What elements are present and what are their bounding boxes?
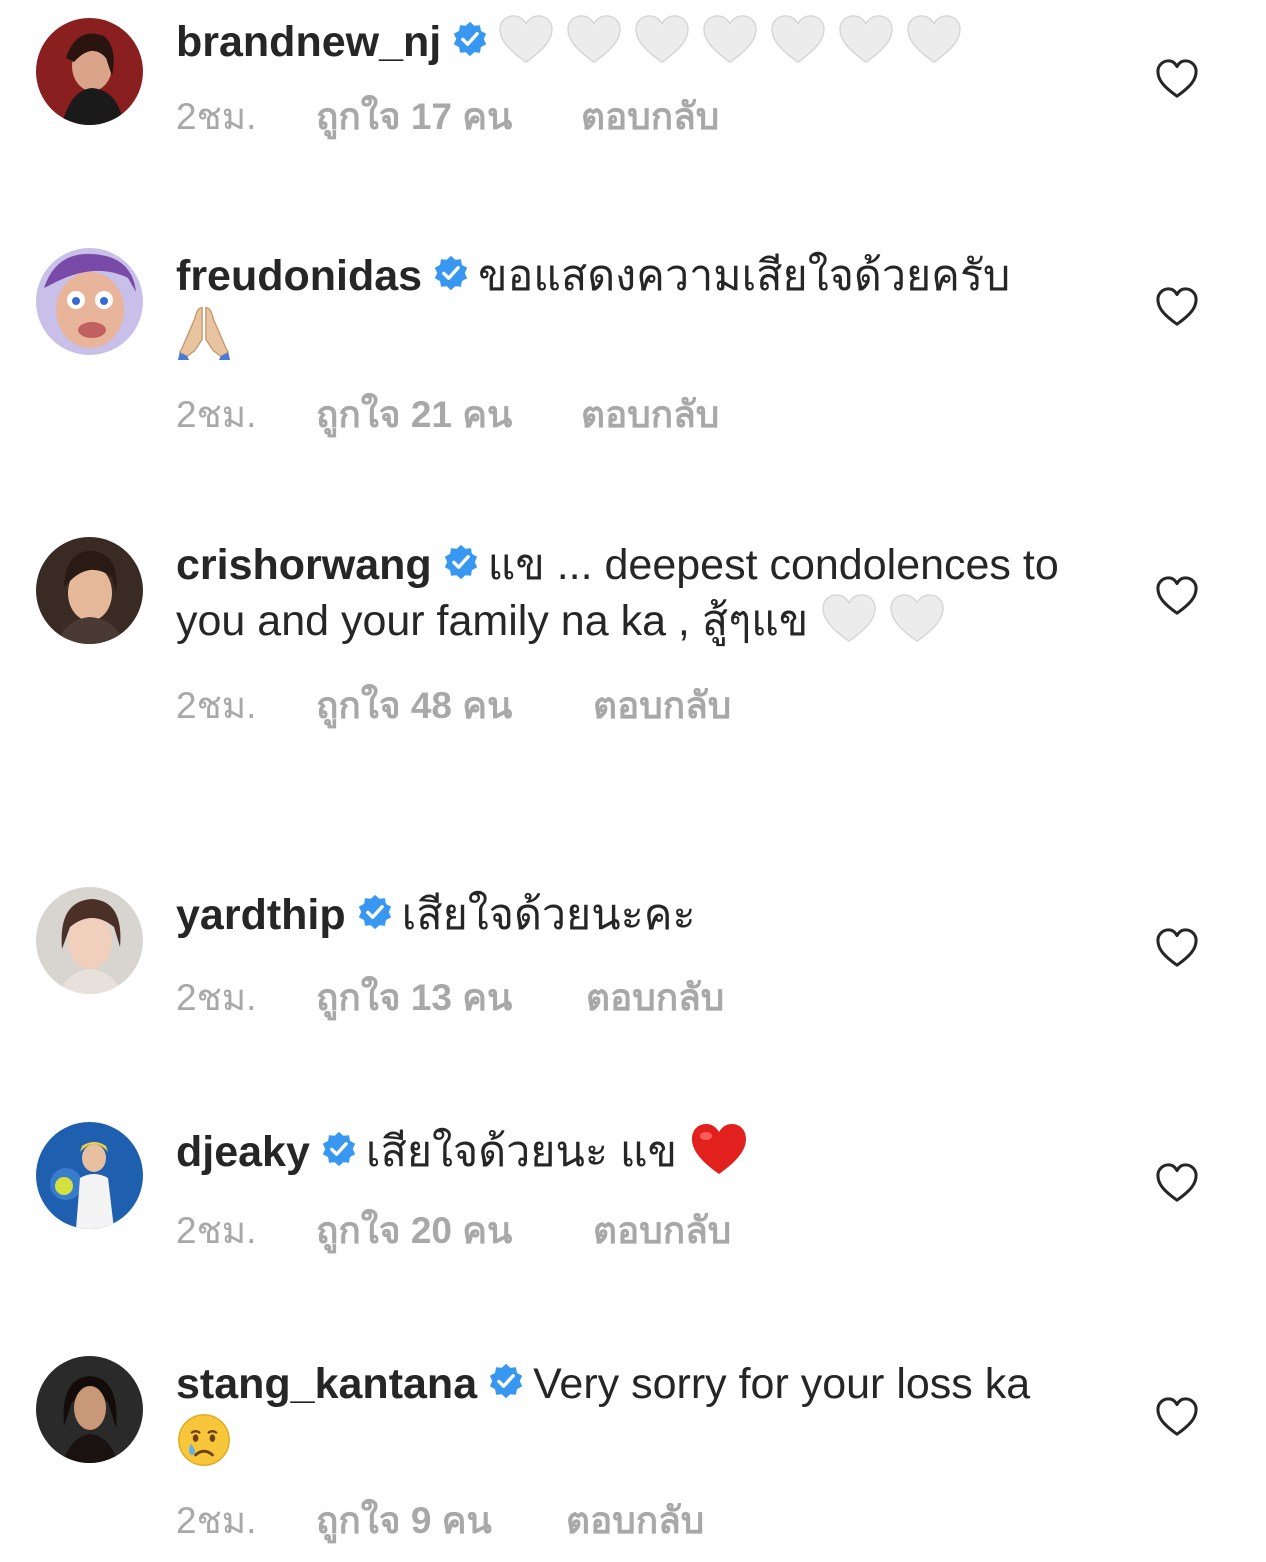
avatar[interactable]: [36, 1356, 143, 1463]
likes-count[interactable]: ถูกใจ 20 คน: [316, 1208, 593, 1254]
folded-hands-emoji: [176, 304, 232, 360]
comment-meta: 2ชม. ถูกใจ 13 คน ตอบกลับ: [176, 975, 1086, 1021]
comment-time: 2ชม.: [176, 977, 257, 1018]
white-heart-emoji: [633, 14, 691, 66]
comment-time: 2ชม.: [176, 96, 257, 137]
comment-time: 2ชม.: [176, 1500, 257, 1541]
comment-text: brandnew_nj: [176, 14, 1086, 70]
heart-outline-icon[interactable]: [1154, 1162, 1200, 1204]
reply-button[interactable]: ตอบกลับ: [586, 975, 724, 1021]
reply-button[interactable]: ตอบกลับ: [593, 1208, 731, 1254]
comment-meta: 2ชม. ถูกใจ 21 คน ตอบกลับ: [176, 392, 1086, 438]
likes-count[interactable]: ถูกใจ 9 คน: [316, 1498, 566, 1544]
white-heart-emoji: [837, 14, 895, 66]
verified-badge-icon: [320, 1130, 358, 1168]
reply-button[interactable]: ตอบกลับ: [593, 683, 731, 729]
avatar[interactable]: [36, 887, 143, 994]
white-heart-emoji: [769, 14, 827, 66]
avatar[interactable]: [36, 1122, 143, 1229]
comment-meta: 2ชม. ถูกใจ 17 คน ตอบกลับ: [176, 94, 1086, 140]
white-heart-emoji: [497, 14, 555, 66]
comment-text: freudonidas ขอแสดงความเสียใจด้วยครับ: [176, 248, 1086, 362]
comment-meta: 2ชม. ถูกใจ 20 คน ตอบกลับ: [176, 1208, 1086, 1254]
username[interactable]: yardthip: [176, 891, 346, 939]
username[interactable]: stang_kantana: [176, 1360, 477, 1408]
comment-time: 2ชม.: [176, 685, 257, 726]
reply-button[interactable]: ตอบกลับ: [581, 392, 719, 438]
verified-badge-icon: [356, 893, 394, 931]
username[interactable]: brandnew_nj: [176, 18, 441, 66]
username[interactable]: crishorwang: [176, 541, 432, 589]
heart-outline-icon[interactable]: [1154, 927, 1200, 969]
heart-outline-icon[interactable]: [1154, 58, 1200, 100]
likes-count[interactable]: ถูกใจ 17 คน: [316, 94, 581, 140]
comment-meta: 2ชม. ถูกใจ 48 คน ตอบกลับ: [176, 683, 1086, 729]
white-heart-emoji: [905, 14, 963, 66]
reply-button[interactable]: ตอบกลับ: [581, 94, 719, 140]
reply-button[interactable]: ตอบกลับ: [566, 1498, 704, 1544]
heart-outline-icon[interactable]: [1154, 575, 1200, 617]
verified-badge-icon: [432, 254, 470, 292]
comment-time: 2ชม.: [176, 1210, 257, 1251]
likes-count[interactable]: ถูกใจ 48 คน: [316, 683, 593, 729]
comment-message: ขอแสดงความเสียใจด้วยครับ: [478, 252, 1011, 300]
white-heart-emoji: [888, 593, 946, 645]
white-heart-emoji: [565, 14, 623, 66]
comment-message: เสียใจด้วยนะคะ: [401, 891, 696, 939]
avatar[interactable]: [36, 248, 143, 355]
crying-face-emoji: [176, 1412, 232, 1468]
avatar[interactable]: [36, 537, 143, 644]
heart-outline-icon[interactable]: [1154, 286, 1200, 328]
verified-badge-icon: [487, 1362, 525, 1400]
comment-text: crishorwang แข ... deepest condolences to…: [176, 537, 1086, 649]
likes-count[interactable]: ถูกใจ 21 คน: [316, 392, 581, 438]
verified-badge-icon: [442, 543, 480, 581]
username[interactable]: freudonidas: [176, 252, 422, 300]
comment-message: Very sorry for your loss ka: [533, 1360, 1031, 1408]
avatar[interactable]: [36, 18, 143, 125]
comment-meta: 2ชม. ถูกใจ 9 คน ตอบกลับ: [176, 1498, 1086, 1544]
comment-text: djeaky เสียใจด้วยนะ แข: [176, 1122, 1086, 1180]
comment-text: yardthip เสียใจด้วยนะคะ: [176, 887, 1086, 943]
heart-outline-icon[interactable]: [1154, 1396, 1200, 1438]
verified-badge-icon: [451, 20, 489, 58]
comment-text: stang_kantana Very sorry for your loss ka: [176, 1356, 1086, 1470]
white-heart-emoji: [701, 14, 759, 66]
likes-count[interactable]: ถูกใจ 13 คน: [316, 975, 586, 1021]
red-heart-emoji: [689, 1122, 749, 1178]
comment-time: 2ชม.: [176, 394, 257, 435]
white-heart-emoji: [820, 593, 878, 645]
comment-message: เสียใจด้วยนะ แข: [365, 1128, 678, 1176]
username[interactable]: djeaky: [176, 1128, 310, 1176]
